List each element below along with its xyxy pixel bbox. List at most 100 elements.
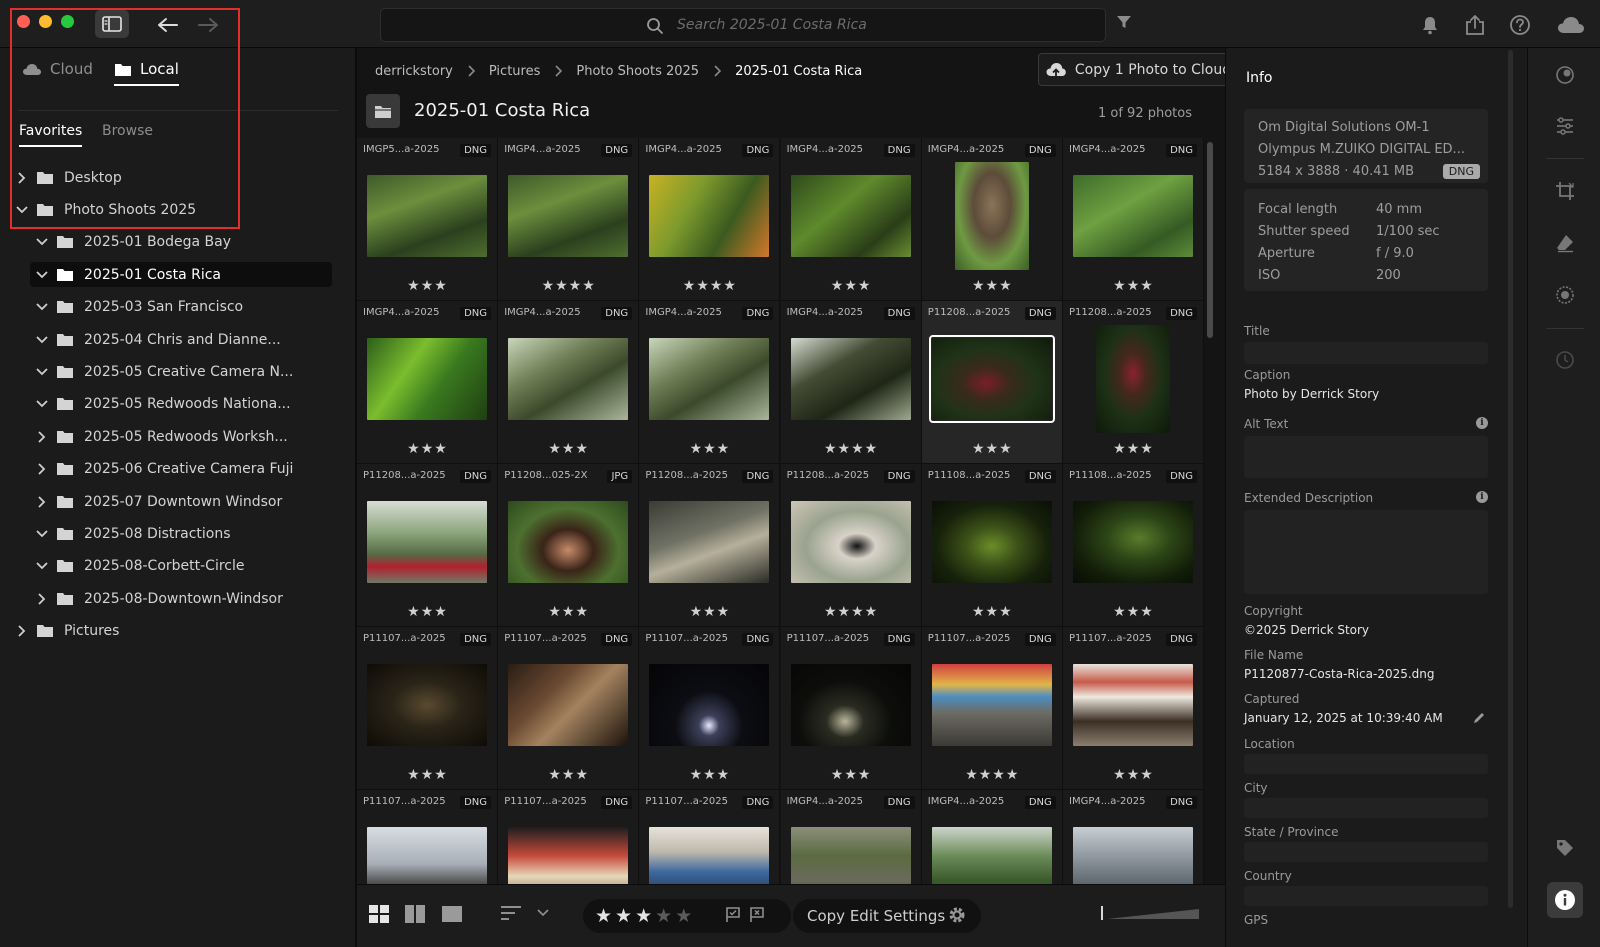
- rating-star[interactable]: ★: [635, 905, 652, 927]
- keywords-button[interactable]: [1553, 836, 1577, 860]
- photo-cell[interactable]: IMGP5...a-2025 DNG ★★★: [357, 138, 498, 301]
- state-province-field[interactable]: [1244, 842, 1488, 862]
- photo-thumbnail[interactable]: [1073, 827, 1193, 884]
- copyright-field[interactable]: ©2025 Derrick Story: [1244, 623, 1369, 637]
- photo-thumbnail[interactable]: [931, 664, 1052, 746]
- photo-thumbnail[interactable]: [649, 338, 770, 420]
- sidebar-toggle-button[interactable]: [95, 10, 129, 38]
- extended-description-field[interactable]: [1244, 510, 1488, 594]
- chevron-down-icon[interactable]: [34, 267, 50, 283]
- folder-item[interactable]: 2025-08-Downtown-Windsor: [34, 586, 334, 611]
- minimize-window-button[interactable]: [39, 15, 52, 28]
- folder-item[interactable]: 2025-08 Distractions: [34, 521, 334, 546]
- chevron-right-icon[interactable]: [14, 623, 30, 639]
- heal-tool-button[interactable]: [1553, 231, 1577, 255]
- chevron-down-icon[interactable]: [14, 202, 30, 218]
- folder-item[interactable]: 2025-07 Downtown Windsor: [34, 489, 334, 514]
- photo-cell[interactable]: IMGP4...a-2025 DNG ★★★: [498, 301, 640, 464]
- photo-cell[interactable]: P11107...a-2025 DNG: [498, 790, 640, 884]
- folder-item[interactable]: 2025-03 San Francisco: [34, 295, 334, 320]
- folder-item[interactable]: 2025-01 Bodega Bay: [34, 230, 334, 255]
- photo-thumbnail[interactable]: [790, 338, 911, 420]
- photo-thumbnail[interactable]: [1073, 664, 1193, 746]
- chevron-right-icon[interactable]: [34, 461, 50, 477]
- photo-cell[interactable]: P11107...a-2025 DNG ★★★: [780, 627, 922, 790]
- photo-cell[interactable]: P11208...a-2025 DNG ★★★: [357, 464, 498, 627]
- chevron-down-icon[interactable]: [34, 558, 50, 574]
- photo-thumbnail[interactable]: [790, 827, 911, 884]
- tab-favorites[interactable]: Favorites: [19, 123, 83, 147]
- alt-text-field[interactable]: [1244, 436, 1488, 478]
- photo-thumbnail[interactable]: [649, 175, 770, 257]
- tab-browse[interactable]: Browse: [102, 123, 153, 145]
- caption-field[interactable]: Photo by Derrick Story: [1244, 387, 1379, 401]
- photo-thumbnail[interactable]: [790, 501, 911, 583]
- photo-thumbnail[interactable]: [1073, 175, 1193, 257]
- flag-reject-icon[interactable]: [749, 907, 765, 923]
- chevron-down-icon[interactable]: [34, 526, 50, 542]
- photo-cell[interactable]: P11107...a-2025 DNG ★★★: [1063, 627, 1204, 790]
- country-field[interactable]: [1244, 886, 1488, 906]
- photo-cell[interactable]: IMGP4...a-2025 DNG ★★★: [921, 138, 1063, 301]
- filter-button[interactable]: [1116, 14, 1132, 30]
- crop-tool-button[interactable]: [1553, 179, 1577, 203]
- photo-thumbnail[interactable]: [508, 827, 629, 884]
- adjust-tool-button[interactable]: [1553, 114, 1577, 138]
- folder-item[interactable]: Photo Shoots 2025: [14, 197, 314, 222]
- photo-cell[interactable]: IMGP4...a-2025 DNG ★★★: [1063, 138, 1204, 301]
- chevron-down-icon[interactable]: [34, 299, 50, 315]
- photo-cell[interactable]: P11208...a-2025 DNG ★★★: [921, 301, 1063, 464]
- edit-tool-button[interactable]: [1553, 63, 1577, 87]
- photo-cell[interactable]: P11107...a-2025 DNG ★★★: [357, 627, 498, 790]
- photo-thumbnail[interactable]: [928, 335, 1055, 423]
- photo-cell[interactable]: IMGP4...a-2025 DNG ★★★★: [498, 138, 640, 301]
- grid-view-icon[interactable]: [369, 905, 389, 923]
- folder-item[interactable]: Pictures: [14, 619, 314, 644]
- rating-star[interactable]: ★: [615, 905, 632, 927]
- scrollbar-thumb[interactable]: [1207, 142, 1213, 338]
- location-field[interactable]: [1244, 754, 1488, 774]
- photo-thumbnail[interactable]: [508, 338, 629, 420]
- share-button[interactable]: [1462, 12, 1488, 38]
- photo-cell[interactable]: P11108...a-2025 DNG ★★★: [1063, 464, 1204, 627]
- photo-thumbnail[interactable]: [367, 501, 487, 583]
- photo-cell[interactable]: P11208...a-2025 DNG ★★★: [639, 464, 781, 627]
- rating-star[interactable]: ★: [595, 905, 612, 927]
- photo-thumbnail[interactable]: [508, 175, 629, 257]
- tab-cloud[interactable]: Cloud: [22, 60, 93, 84]
- compare-view-icon[interactable]: [405, 905, 425, 923]
- photo-thumbnail[interactable]: [931, 501, 1052, 583]
- photo-cell[interactable]: P11208...a-2025 DNG ★★★★: [780, 464, 922, 627]
- pencil-icon[interactable]: [1472, 711, 1486, 725]
- info-icon[interactable]: i: [1476, 417, 1488, 429]
- chevron-down-icon[interactable]: [34, 234, 50, 250]
- chevron-right-icon[interactable]: [34, 591, 50, 607]
- photo-thumbnail[interactable]: [1096, 325, 1170, 433]
- detail-view-icon[interactable]: [442, 905, 462, 923]
- photo-cell[interactable]: P11107...a-2025 DNG ★★★: [639, 627, 781, 790]
- gear-icon[interactable]: [947, 905, 967, 925]
- search-input[interactable]: Search 2025-01 Costa Rica: [380, 8, 1106, 42]
- chevron-down-icon[interactable]: [34, 364, 50, 380]
- photo-thumbnail[interactable]: [508, 501, 629, 583]
- photo-thumbnail[interactable]: [649, 501, 770, 583]
- notifications-button[interactable]: [1417, 12, 1443, 38]
- file-name-field[interactable]: P1120877-Costa-Rica-2025.dng: [1244, 667, 1435, 681]
- chevron-right-icon[interactable]: [34, 494, 50, 510]
- chevron-down-icon[interactable]: [34, 332, 50, 348]
- folder-item[interactable]: 2025-01 Costa Rica: [30, 262, 332, 288]
- info-panel-button[interactable]: [1547, 882, 1583, 918]
- zoom-window-button[interactable]: [61, 15, 74, 28]
- photo-cell[interactable]: P11107...a-2025 DNG ★★★: [498, 627, 640, 790]
- photo-thumbnail[interactable]: [790, 175, 911, 257]
- photo-cell[interactable]: P11208...a-2025 DNG ★★★: [1063, 301, 1204, 464]
- breadcrumb-item[interactable]: derrickstory: [375, 64, 453, 79]
- photo-cell[interactable]: IMGP4...a-2025 DNG: [1063, 790, 1204, 884]
- photo-thumbnail[interactable]: [367, 338, 487, 420]
- photo-cell[interactable]: IMGP4...a-2025 DNG ★★★★: [639, 138, 781, 301]
- forward-button[interactable]: [195, 12, 221, 38]
- folder-item[interactable]: 2025-05 Creative Camera N...: [34, 359, 334, 384]
- photo-cell[interactable]: IMGP4...a-2025 DNG ★★★: [357, 301, 498, 464]
- flag-pick-icon[interactable]: [725, 907, 741, 923]
- photo-thumbnail[interactable]: [367, 664, 487, 746]
